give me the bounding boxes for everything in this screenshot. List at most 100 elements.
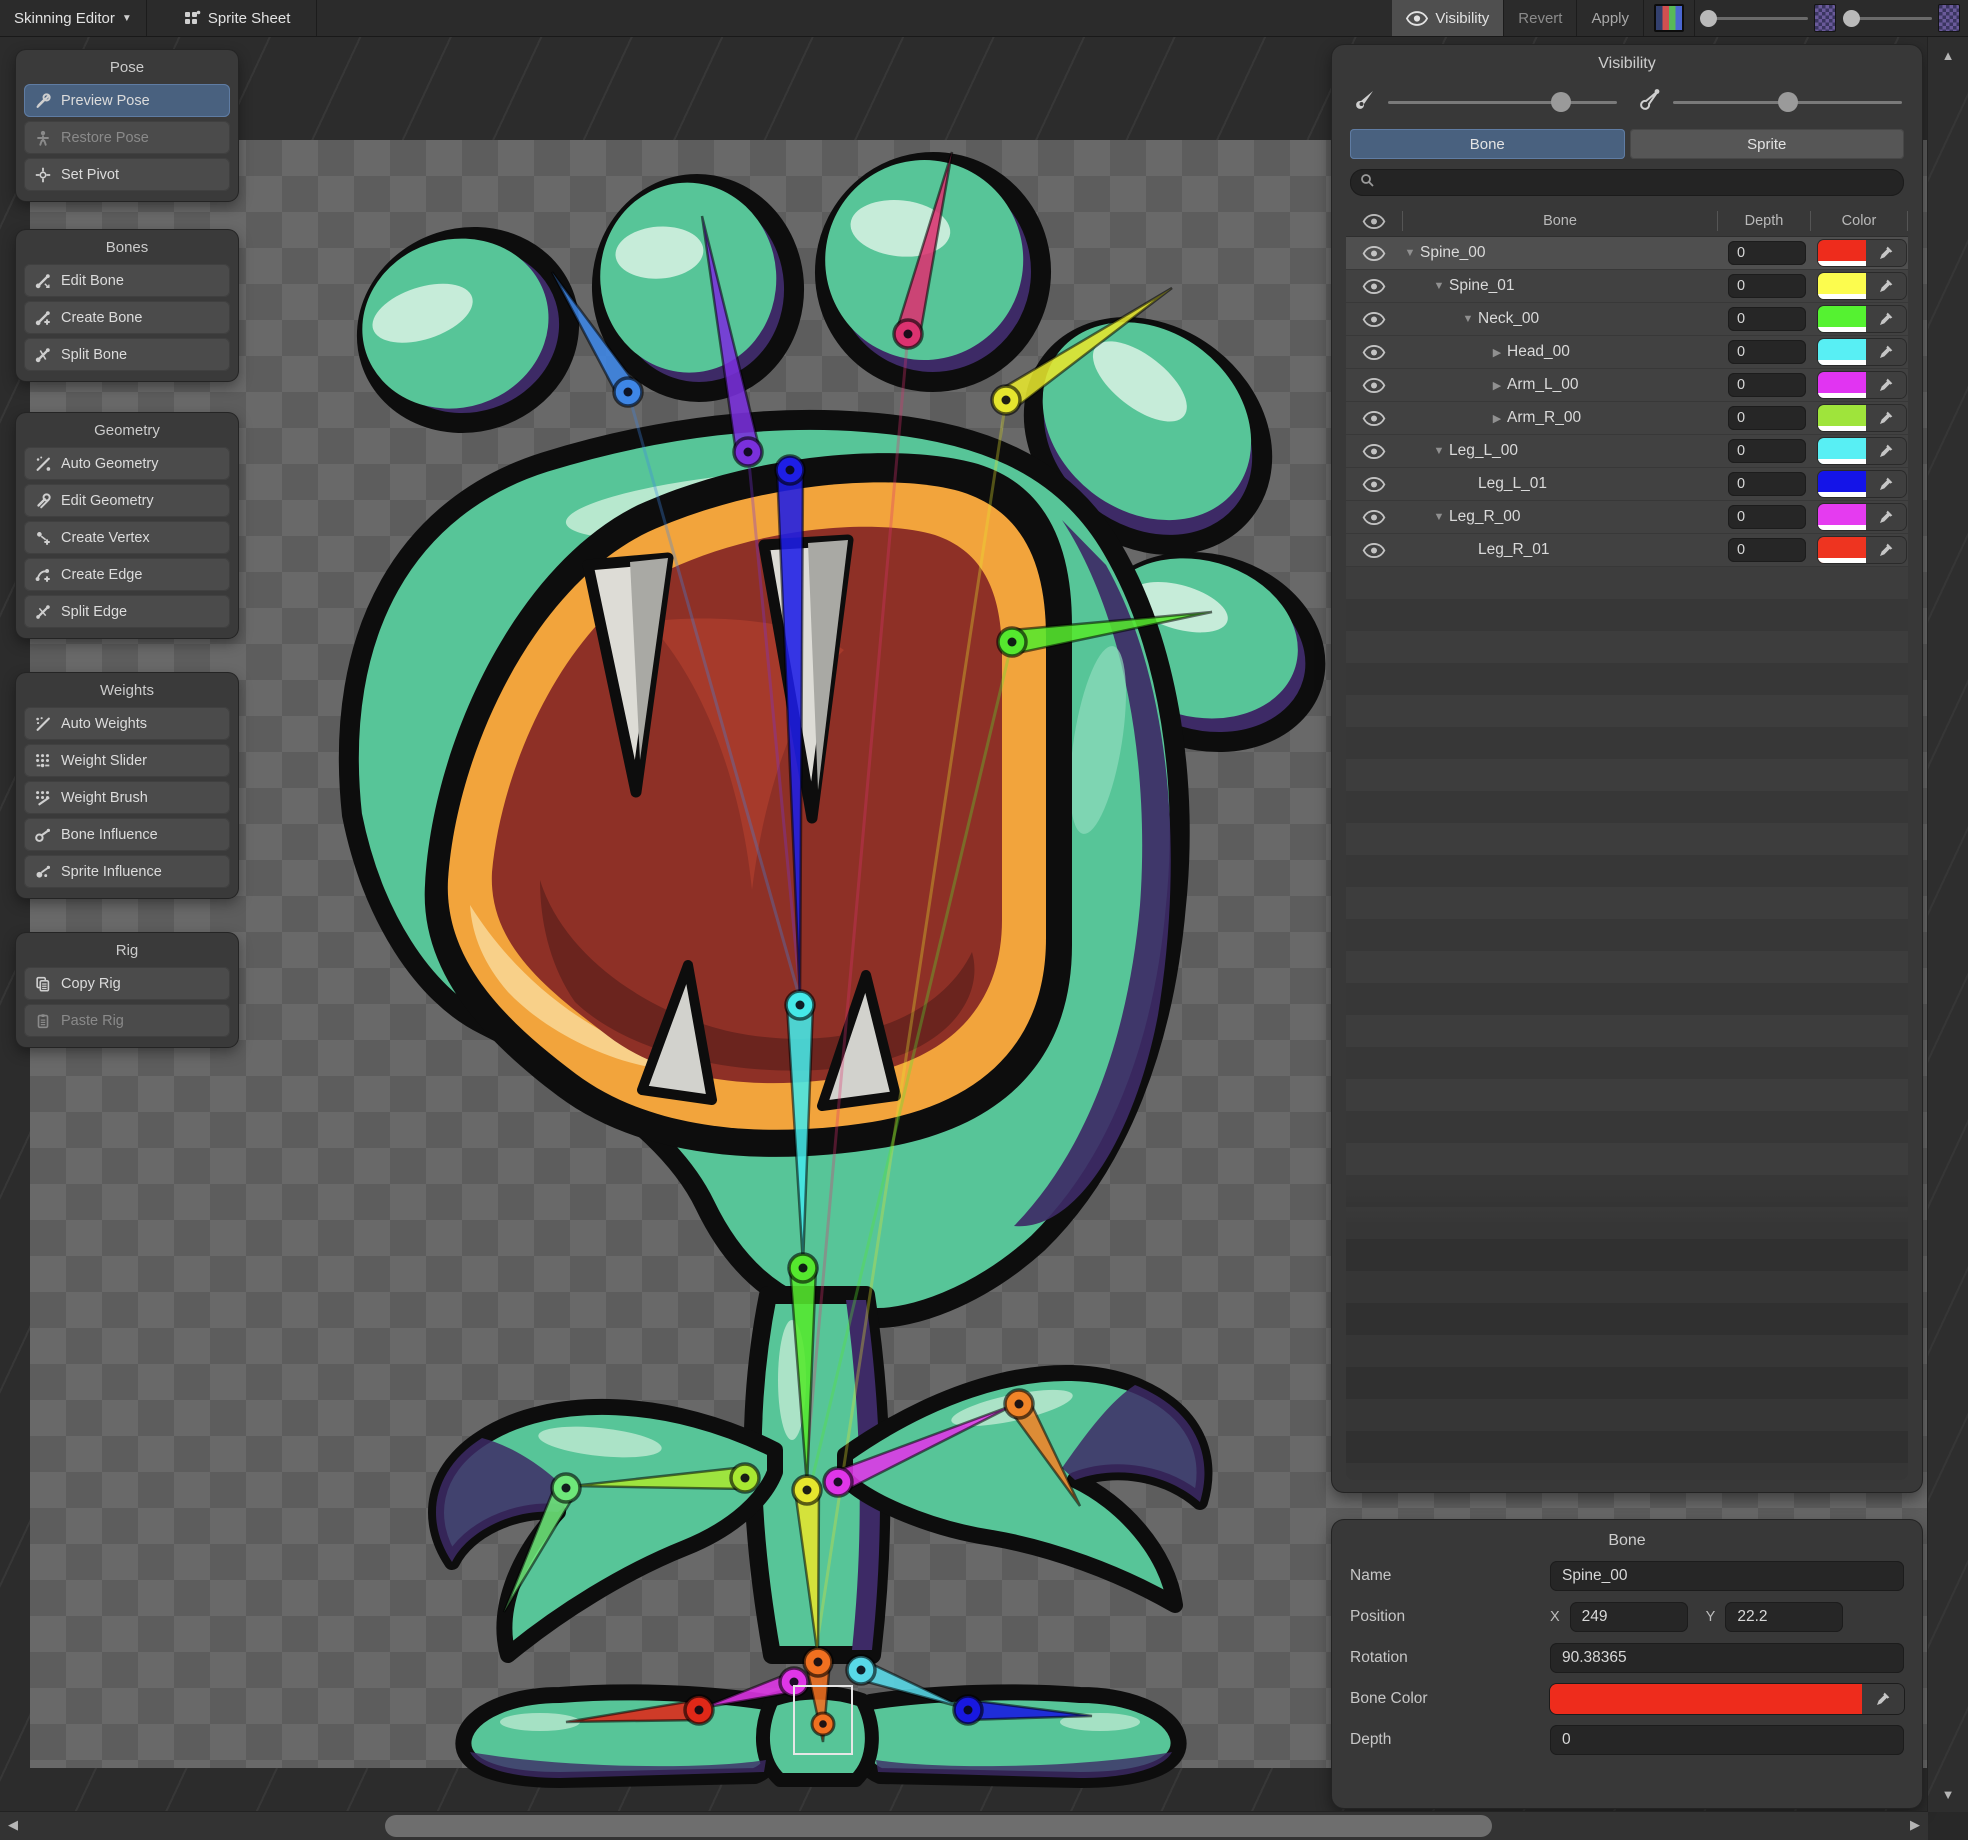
position-x-field[interactable]: 249 [1570,1602,1688,1632]
depth-field[interactable]: 0 [1728,406,1806,430]
split-edge-button[interactable]: Split Edge [24,595,230,628]
bone-search-input[interactable] [1350,169,1904,196]
tree-collapsed-icon[interactable]: ▶ [1489,346,1505,359]
tree-expanded-icon[interactable]: ▼ [1460,313,1476,325]
bone-row-Spine_00[interactable]: ▼Spine_000 [1346,237,1908,270]
visibility-eye-icon[interactable] [1346,279,1402,294]
bone-row-Neck_00[interactable]: ▼Neck_000 [1346,303,1908,336]
eyedropper-icon[interactable] [1866,405,1906,431]
depth-field[interactable]: 0 [1728,538,1806,562]
tree-expanded-icon[interactable]: ▼ [1431,280,1447,292]
scroll-down-icon[interactable]: ▼ [1928,1787,1968,1802]
depth-field[interactable]: 0 [1728,373,1806,397]
visibility-eye-icon[interactable] [1346,345,1402,360]
sprite-sheet-button[interactable]: Sprite Sheet [169,0,305,36]
tree-collapsed-icon[interactable]: ▶ [1489,412,1505,425]
eyedropper-icon[interactable] [1866,240,1906,266]
depth-field[interactable]: 0 [1728,241,1806,265]
preview-pose-button[interactable]: Preview Pose [24,84,230,117]
visibility-toggle-button[interactable]: Visibility [1392,0,1503,36]
bone-row-Leg_R_01[interactable]: Leg_R_010 [1346,534,1908,567]
copy-rig-button[interactable]: Copy Rig [24,967,230,1000]
apply-button[interactable]: Apply [1577,0,1643,36]
visibility-eye-icon[interactable] [1346,246,1402,261]
bone-row-Spine_01[interactable]: ▼Spine_010 [1346,270,1908,303]
tree-expanded-icon[interactable]: ▼ [1431,445,1447,457]
visibility-eye-icon[interactable] [1346,477,1402,492]
bone-color-swatch[interactable] [1550,1684,1904,1714]
paste-rig-button[interactable]: Paste Rig [24,1004,230,1037]
rotation-field[interactable]: 90.38365 [1550,1643,1904,1673]
weight-brush-button[interactable]: Weight Brush [24,781,230,814]
bone-row-Arm_L_00[interactable]: ▶Arm_L_000 [1346,369,1908,402]
edit-geometry-button[interactable]: Edit Geometry [24,484,230,517]
bone-color-swatch[interactable] [1818,504,1866,530]
bone-color-swatch[interactable] [1818,306,1866,332]
depth-field[interactable]: 0 [1550,1725,1904,1755]
horizontal-scroll-thumb[interactable] [385,1815,1492,1837]
visibility-eye-icon[interactable] [1346,378,1402,393]
eyedropper-icon[interactable] [1866,504,1906,530]
split-bone-button[interactable]: Split Bone [24,338,230,371]
tree-collapsed-icon[interactable]: ▶ [1489,379,1505,392]
bone-name-field[interactable]: Spine_00 [1550,1561,1904,1591]
edit-bone-button[interactable]: Edit Bone [24,264,230,297]
sprite-influence-button[interactable]: Sprite Influence [24,855,230,888]
bone-color-swatch[interactable] [1818,339,1866,365]
visibility-eye-icon[interactable] [1346,411,1402,426]
sprite-opacity-slider[interactable] [1703,0,1808,36]
depth-field[interactable]: 0 [1728,307,1806,331]
eyedropper-icon[interactable] [1866,306,1906,332]
bone-color-swatch[interactable] [1818,537,1866,563]
eyedropper-icon[interactable] [1862,1684,1904,1714]
bone-size-slider[interactable] [1388,101,1617,104]
vertical-scrollbar[interactable]: ▲ ▼ [1927,36,1968,1812]
create-vertex-button[interactable]: Create Vertex [24,521,230,554]
bone-row-Leg_L_00[interactable]: ▼Leg_L_000 [1346,435,1908,468]
eyedropper-icon[interactable] [1866,438,1906,464]
tree-expanded-icon[interactable]: ▼ [1402,247,1418,259]
set-pivot-button[interactable]: Set Pivot [24,158,230,191]
tab-sprite[interactable]: Sprite [1630,129,1905,159]
position-y-field[interactable]: 22.2 [1725,1602,1843,1632]
bone-opacity-panel-slider[interactable] [1673,101,1902,104]
bone-color-swatch[interactable] [1818,372,1866,398]
visibility-eye-icon[interactable] [1346,543,1402,558]
depth-field[interactable]: 0 [1728,505,1806,529]
scroll-left-icon[interactable]: ◀ [8,1817,18,1833]
bone-opacity-slider[interactable] [1846,0,1932,36]
auto-geometry-button[interactable]: Auto Geometry [24,447,230,480]
horizontal-scrollbar[interactable]: ◀ ▶ [0,1811,1928,1840]
depth-field[interactable]: 0 [1728,340,1806,364]
bone-row-Arm_R_00[interactable]: ▶Arm_R_000 [1346,402,1908,435]
tree-expanded-icon[interactable]: ▼ [1431,511,1447,523]
restore-pose-button[interactable]: Restore Pose [24,121,230,154]
depth-field[interactable]: 0 [1728,274,1806,298]
eyedropper-icon[interactable] [1866,537,1906,563]
sprite-preview-swatch[interactable] [1654,4,1684,32]
bone-color-swatch[interactable] [1818,240,1866,266]
header-eye-icon[interactable] [1346,214,1402,229]
eyedropper-icon[interactable] [1866,273,1906,299]
bone-color-swatch[interactable] [1818,273,1866,299]
depth-field[interactable]: 0 [1728,439,1806,463]
create-edge-button[interactable]: Create Edge [24,558,230,591]
bone-row-Leg_R_00[interactable]: ▼Leg_R_000 [1346,501,1908,534]
eyedropper-icon[interactable] [1866,471,1906,497]
visibility-eye-icon[interactable] [1346,510,1402,525]
bone-influence-button[interactable]: Bone Influence [24,818,230,851]
eyedropper-icon[interactable] [1866,339,1906,365]
bone-row-Head_00[interactable]: ▶Head_000 [1346,336,1908,369]
weight-slider-button[interactable]: Weight Slider [24,744,230,777]
skinning-editor-menu[interactable]: Skinning Editor ▼ [0,0,147,36]
revert-button[interactable]: Revert [1504,0,1576,36]
scroll-right-icon[interactable]: ▶ [1910,1817,1920,1833]
create-bone-button[interactable]: Create Bone [24,301,230,334]
auto-weights-button[interactable]: Auto Weights [24,707,230,740]
bone-color-swatch[interactable] [1818,405,1866,431]
scroll-up-icon[interactable]: ▲ [1928,48,1968,63]
visibility-eye-icon[interactable] [1346,312,1402,327]
bone-color-swatch[interactable] [1818,438,1866,464]
eyedropper-icon[interactable] [1866,372,1906,398]
bone-color-swatch[interactable] [1818,471,1866,497]
